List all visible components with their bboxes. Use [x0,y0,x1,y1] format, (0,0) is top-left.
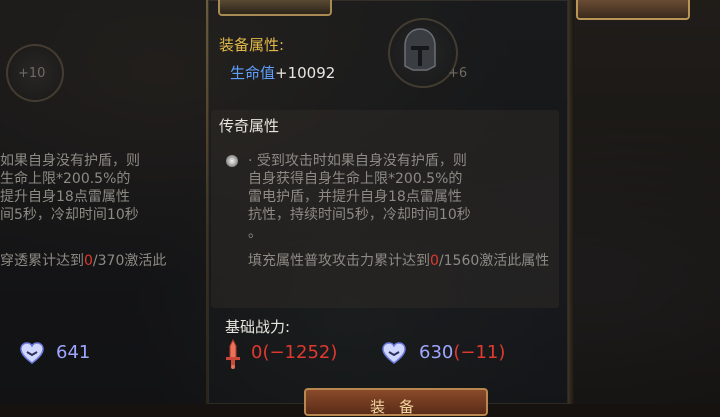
base-power-label: 基础战力: [225,318,291,336]
equip-attr-title: 装备属性: [219,36,285,54]
legend-title: 传奇属性 [219,117,280,135]
activation-prefix: 填充属性普攻攻击力累计达到 [248,253,430,269]
left-defense-power-value: 641 [56,342,91,363]
attack-power: 0(−1252) [251,342,337,363]
hp-label: 生命值 [230,64,276,82]
hp-value: +10092 [275,64,336,82]
equip-button[interactable]: 装备 [304,388,488,416]
attack-power-value: 0 [251,342,263,363]
left-rune-level: +10 [18,66,46,81]
attack-power-delta: (−1252) [262,342,338,363]
left-activation-current: 0 [84,253,93,269]
activation-current: 0 [430,253,439,269]
left-legend-description: 如果自身没有护盾，则 生命上限*200.5%的 提升自身18点雷属性 间5秒，冷… [0,153,140,223]
equip-button-label: 装备 [370,398,429,416]
gem-icon [226,155,238,167]
left-activation-condition: 穿透累计达到0/370激活此 [0,252,200,270]
legend-description: · 受到攻击时如果自身没有护盾，则 自身获得自身生命上限*200.5%的 雷电护… [248,153,471,241]
activation-condition: 填充属性普攻攻击力累计达到0/1560激活此属性 [248,252,556,270]
helmet-icon [404,28,436,71]
defense-power-value: 630 [419,342,454,363]
right-panel [568,0,720,404]
helmet-level: +6 [448,66,468,81]
left-activation-prefix: 穿透累计达到 [0,253,84,269]
right-panel-edge [568,0,574,404]
equipped-item-slot[interactable] [218,0,332,16]
activation-suffix: /1560激活此属性 [438,253,550,269]
hp-attribute-line: 生命值+10092 [230,62,335,83]
sword-icon [226,338,240,369]
heart-wings-icon [20,342,44,364]
defense-power-delta: (−11) [453,342,506,363]
compare-item-slot[interactable] [576,0,690,20]
left-activation-suffix: /370激活此 [92,253,167,269]
defense-power: 630(−11) [419,342,505,363]
heart-wings-icon [382,342,406,364]
